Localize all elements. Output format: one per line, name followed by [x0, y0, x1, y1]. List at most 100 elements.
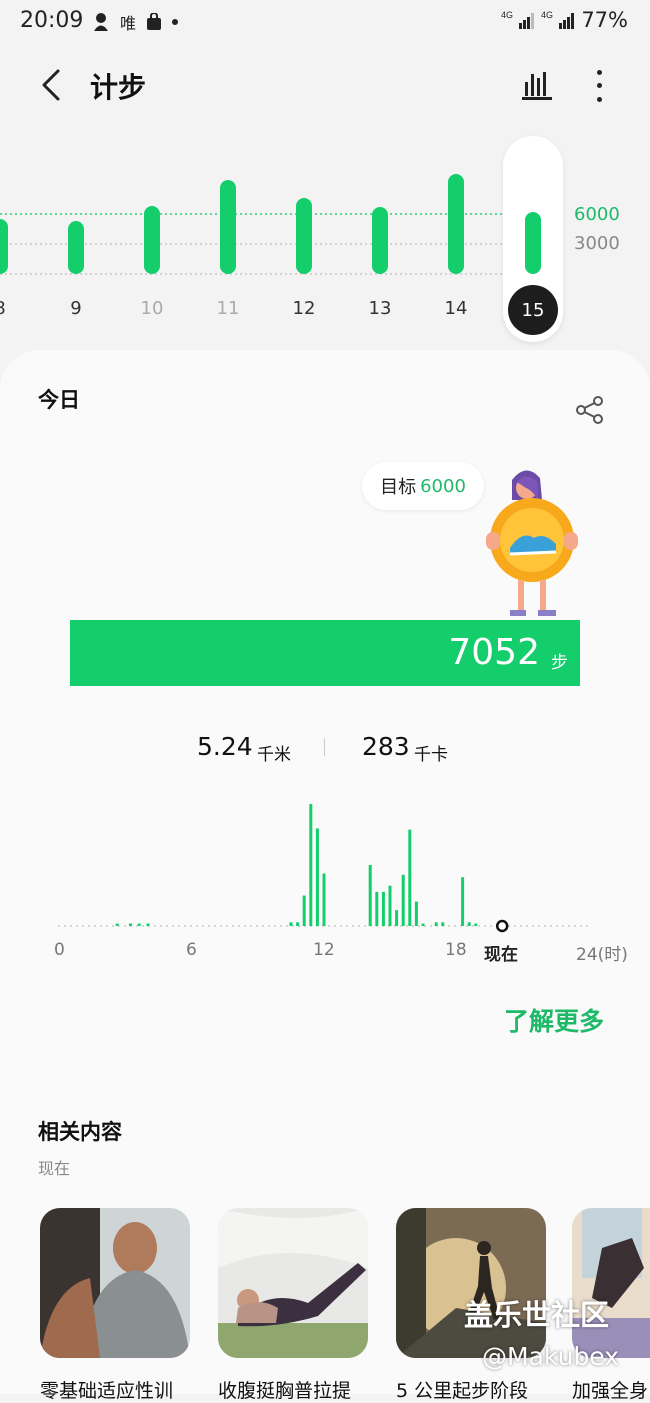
- selected-day-label[interactable]: 15: [508, 285, 558, 335]
- hourly-bar: [296, 922, 300, 926]
- status-time: 20:09: [20, 8, 84, 33]
- week-day-label-14[interactable]: 14: [436, 298, 476, 319]
- battery-percent: 77%: [581, 8, 628, 32]
- weibo-notification-icon: 唯: [120, 14, 137, 33]
- mascot-illustration-icon: [486, 470, 578, 616]
- week-bar-day-13[interactable]: [372, 207, 388, 274]
- steps-value: 7052: [448, 632, 540, 673]
- hourly-bar: [461, 877, 465, 926]
- week-bar-day-9[interactable]: [68, 221, 84, 274]
- week-bar-day-10[interactable]: [144, 206, 160, 274]
- stats-row: 5.24 千米 283 千卡: [0, 728, 650, 768]
- watermark-community: 盖乐世社区: [464, 1298, 610, 1332]
- related-item-2-title[interactable]: 收腹挺胸普拉提: [218, 1376, 351, 1403]
- week-bar-day-14[interactable]: [448, 174, 464, 274]
- workout-woman-image: [572, 1208, 650, 1358]
- status-left-icons: 唯: [92, 10, 179, 34]
- more-dot-icon: [596, 70, 602, 76]
- related-item-3-title[interactable]: 5 公里起步阶段: [396, 1376, 528, 1403]
- more-notifications-dot-icon: [172, 19, 179, 25]
- hourly-bar: [381, 891, 385, 926]
- week-day-label-9[interactable]: 9: [56, 298, 96, 319]
- related-item-3-thumbnail[interactable]: [396, 1208, 546, 1358]
- hourly-bar: [467, 922, 471, 926]
- week-bar-day-15[interactable]: [525, 212, 541, 274]
- stat-divider: [324, 738, 325, 756]
- hourly-bar: [441, 922, 445, 926]
- related-item-1-thumbnail[interactable]: [40, 1208, 190, 1358]
- week-day-label-13[interactable]: 13: [360, 298, 400, 319]
- hourly-bar: [395, 910, 399, 926]
- signal-4g-icon: 4G: [501, 10, 535, 29]
- hourly-bar: [315, 828, 319, 926]
- goal-line-label: 6000: [574, 204, 620, 225]
- learn-more-link[interactable]: 了解更多: [504, 1002, 604, 1038]
- hourly-bar: [289, 922, 293, 926]
- related-content-title: 相关内容: [38, 1120, 122, 1144]
- goal-bubble: 目标 6000: [362, 462, 484, 510]
- bar-chart-icon: [522, 72, 552, 100]
- hourly-bar: [401, 874, 405, 926]
- hourly-bar: [388, 885, 392, 926]
- svg-text:4G: 4G: [501, 10, 513, 20]
- hourly-bar: [146, 923, 150, 926]
- hour-axis-label: 6: [186, 940, 197, 960]
- hourly-bar: [474, 923, 478, 926]
- hourly-bar: [375, 891, 379, 926]
- hour-axis-label: 24(时): [576, 945, 628, 965]
- today-card: 今日 目标 6000 7052 步 5.24 千米 283 千卡 0 6 12 …: [0, 350, 650, 1402]
- week-bar-day-11[interactable]: [220, 180, 236, 274]
- steps-unit: 步: [551, 653, 568, 673]
- more-dot-icon: [596, 83, 602, 89]
- half-goal-line-label: 3000: [574, 233, 620, 254]
- calories-value: 283: [362, 732, 410, 761]
- related-item-1-title[interactable]: 零基础适应性训: [40, 1376, 173, 1403]
- more-options-button[interactable]: [584, 66, 614, 106]
- app-bar: 计步: [0, 50, 650, 120]
- back-button[interactable]: [34, 64, 68, 106]
- week-day-label-11[interactable]: 11: [208, 298, 248, 319]
- back-arrow-icon: [42, 69, 60, 101]
- hourly-steps-chart[interactable]: [0, 798, 650, 938]
- hourly-bar: [115, 923, 119, 926]
- week-day-label-12[interactable]: 12: [284, 298, 324, 319]
- related-item-4-title[interactable]: 加强全身: [572, 1376, 648, 1403]
- hourly-bar: [421, 923, 425, 926]
- week-day-label-10[interactable]: 10: [132, 298, 172, 319]
- hourly-bar: [368, 865, 372, 926]
- hour-axis-label: 12: [313, 940, 335, 960]
- goal-value: 6000: [420, 475, 466, 497]
- now-label: 现在: [484, 945, 518, 965]
- hourly-bar: [322, 873, 326, 926]
- svg-text:4G: 4G: [541, 10, 553, 20]
- goal-text: 目标: [380, 477, 417, 498]
- status-right: 4G 4G 77%: [501, 8, 628, 32]
- page-title: 计步: [90, 71, 147, 104]
- related-item-4-thumbnail[interactable]: [572, 1208, 650, 1358]
- hourly-bar: [408, 829, 412, 926]
- calories-unit: 千卡: [414, 745, 448, 765]
- running-image: [396, 1208, 546, 1358]
- hourly-bar: [128, 923, 132, 926]
- week-bar-day-12[interactable]: [296, 198, 312, 274]
- hourly-bar: [302, 895, 306, 926]
- history-chart-button[interactable]: [520, 68, 554, 102]
- share-button[interactable]: [574, 394, 606, 426]
- app-notification-icon: [94, 13, 108, 31]
- related-content-subtitle: 现在: [38, 1159, 71, 1178]
- distance-unit: 千米: [257, 745, 291, 765]
- week-bar-day-8[interactable]: [0, 219, 8, 274]
- hourly-bar: [414, 901, 418, 926]
- week-day-label-8[interactable]: 8: [0, 298, 20, 319]
- hourly-bar: [137, 923, 141, 926]
- distance-value: 5.24: [197, 732, 253, 761]
- related-item-2-thumbnail[interactable]: [218, 1208, 368, 1358]
- steps-progress-bar: 7052 步: [70, 620, 580, 686]
- signal-4g-icon-2: 4G: [541, 10, 575, 29]
- share-icon: [576, 396, 603, 424]
- watermark-user: @Makubex: [482, 1342, 620, 1371]
- status-bar: 20:09 唯 4G 4G 77%: [0, 0, 650, 48]
- weekly-steps-chart[interactable]: 6000 3000 8 9 10 11 12 13 14 15: [0, 130, 650, 350]
- hourly-bar: [434, 922, 438, 926]
- today-label: 今日: [38, 388, 80, 412]
